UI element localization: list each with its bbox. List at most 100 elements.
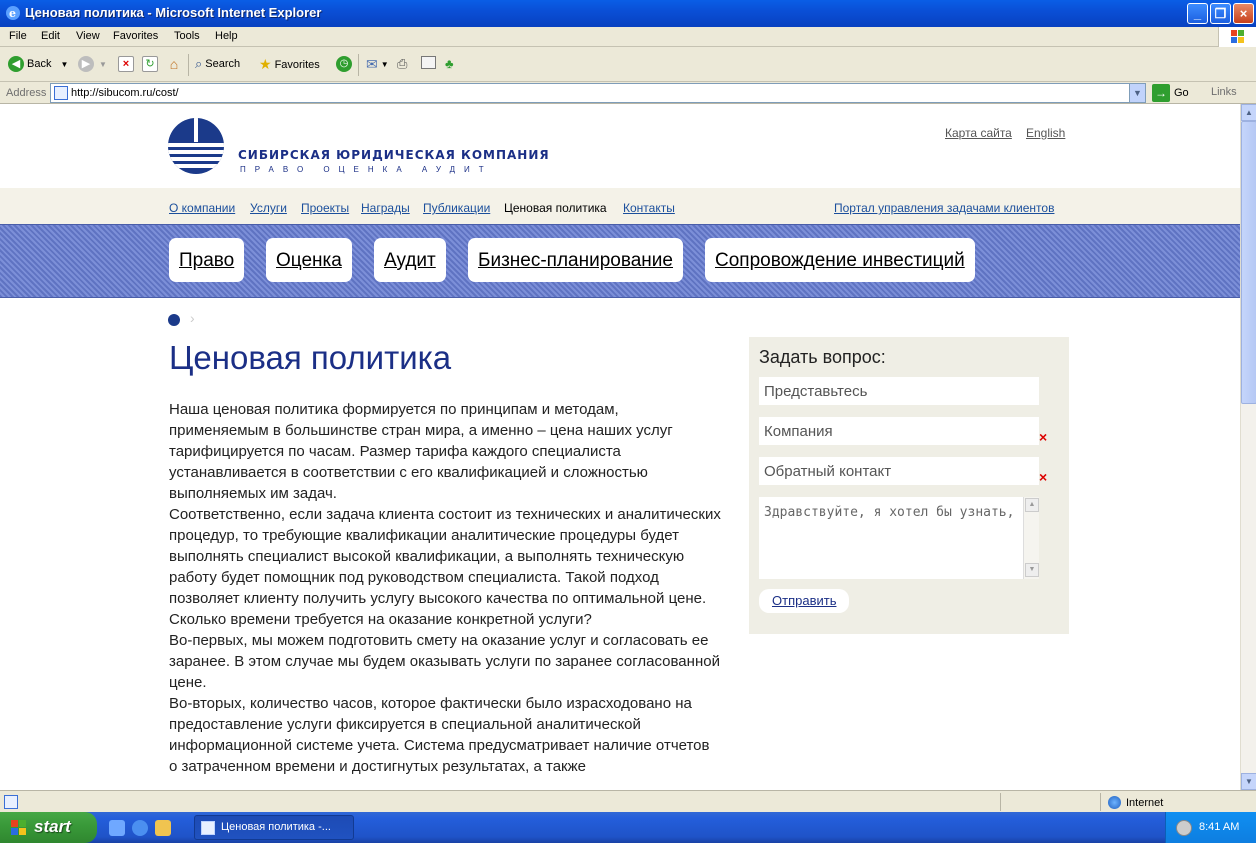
edit-button[interactable] <box>421 56 436 69</box>
star-icon: ★ <box>259 56 272 72</box>
page-icon <box>4 795 18 809</box>
article-body: Наша ценовая политика формируется по при… <box>169 399 721 777</box>
address-label: Address <box>6 87 47 99</box>
windows-flag-icon <box>11 820 26 835</box>
close-button[interactable]: × <box>1233 3 1254 24</box>
submit-button[interactable]: Отправить <box>759 589 850 613</box>
minimize-button[interactable]: _ <box>1187 3 1208 24</box>
tab-business-planning[interactable]: Бизнес-планирование <box>468 238 683 282</box>
required-mark-icon: × <box>1039 429 1048 445</box>
quicklaunch-ie-icon[interactable] <box>132 820 148 836</box>
page-title: Ценовая политика <box>169 339 452 376</box>
tab-law[interactable]: Право <box>169 238 245 282</box>
stop-button[interactable]: × <box>118 56 134 72</box>
nav-projects[interactable]: Проекты <box>301 201 349 215</box>
toolbar-separator <box>358 54 359 76</box>
mail-button[interactable]: ✉ ▼ <box>366 56 389 73</box>
english-link[interactable]: English <box>1026 126 1065 140</box>
menu-edit[interactable]: Edit <box>41 30 60 42</box>
menu-help[interactable]: Help <box>215 30 238 42</box>
paragraph: Наша ценовая политика формируется по при… <box>169 401 673 502</box>
globe-icon <box>1108 796 1121 809</box>
history-button[interactable]: ◷ <box>336 56 352 72</box>
status-divider <box>1000 793 1001 811</box>
home-button[interactable]: ⌂ <box>166 56 182 72</box>
start-button[interactable]: start <box>0 812 97 843</box>
history-icon: ◷ <box>336 56 352 72</box>
refresh-button[interactable]: ↻ <box>142 56 158 72</box>
windows-logo-icon <box>1218 27 1256 47</box>
sitemap-link[interactable]: Карта сайта <box>945 126 1012 140</box>
window-title: Ценовая политика - Microsoft Internet Ex… <box>25 5 322 20</box>
client-portal-link[interactable]: Портал управления задачами клиентов <box>834 201 1054 215</box>
security-zone: Internet <box>1108 796 1163 809</box>
menu-bar: File Edit View Favorites Tools Help <box>0 27 1256 47</box>
back-arrow-icon: ◀ <box>8 56 24 72</box>
links-button[interactable]: Links <box>1211 86 1237 98</box>
quicklaunch-outlook-icon[interactable] <box>109 820 125 836</box>
page-viewport: СИБИРСКАЯ ЮРИДИЧЕСКАЯ КОМПАНИЯ ПРАВО ОЦЕ… <box>0 104 1240 790</box>
nav-awards[interactable]: Награды <box>361 201 410 215</box>
status-bar: Internet <box>0 790 1256 812</box>
textarea-scrollbar[interactable]: ▲ ▼ <box>1023 497 1039 579</box>
required-mark-icon: × <box>1039 469 1048 485</box>
page-icon <box>201 821 215 835</box>
messenger-button[interactable]: ♣ <box>445 56 454 71</box>
maximize-button[interactable]: ❐ <box>1210 3 1231 24</box>
tab-valuation[interactable]: Оценка <box>266 238 352 282</box>
breadcrumb-home-icon[interactable] <box>168 314 180 326</box>
taskbar-window-item[interactable]: Ценовая политика -... <box>194 815 354 840</box>
window-titlebar[interactable]: e Ценовая политика - Microsoft Internet … <box>0 0 1256 27</box>
forward-arrow-icon: ▶ <box>78 56 94 72</box>
toolbar: ◀ Back ▼ ▶ ▼ × ↻ ⌂ ⌕ Search ★ Favorites … <box>0 48 1256 82</box>
name-field[interactable]: Представьтесь <box>759 377 1039 405</box>
go-button[interactable]: → Go <box>1152 84 1189 102</box>
contact-field[interactable]: Обратный контакт <box>759 457 1039 485</box>
nav-publications[interactable]: Публикации <box>423 201 490 215</box>
home-icon: ⌂ <box>169 56 179 72</box>
menu-tools[interactable]: Tools <box>174 30 200 42</box>
scrollbar-thumb[interactable] <box>1241 121 1256 404</box>
page-icon <box>54 86 68 100</box>
company-logo-icon[interactable] <box>168 118 224 174</box>
menu-view[interactable]: View <box>76 30 100 42</box>
question-form: Задать вопрос: Представьтесь Компания × … <box>749 337 1069 634</box>
message-textarea[interactable]: Здравствуйте, я хотел бы узнать, <box>759 497 1039 579</box>
nav-about[interactable]: О компании <box>169 201 235 215</box>
nav-pricing-current: Ценовая политика <box>504 201 607 215</box>
chevron-down-icon[interactable]: ▼ <box>60 60 68 69</box>
chevron-down-icon[interactable]: ▼ <box>99 60 107 69</box>
go-arrow-icon: → <box>1152 84 1170 102</box>
favorites-button[interactable]: ★ Favorites <box>259 56 320 73</box>
tab-investment-support[interactable]: Сопровождение инвестиций <box>705 238 975 282</box>
address-input[interactable]: http://sibucom.ru/cost/ ▼ <box>50 83 1146 103</box>
paragraph: Во-вторых, количество часов, которое фак… <box>169 695 710 775</box>
tab-audit[interactable]: Аудит <box>374 238 446 282</box>
back-button[interactable]: ◀ Back ▼ <box>8 56 68 72</box>
nav-contacts[interactable]: Контакты <box>623 201 675 215</box>
address-bar: Address http://sibucom.ru/cost/ ▼ → Go L… <box>0 82 1256 104</box>
scroll-down-icon[interactable]: ▼ <box>1241 773 1256 790</box>
scroll-up-icon[interactable]: ▲ <box>1025 498 1039 512</box>
address-url[interactable]: http://sibucom.ru/cost/ <box>71 87 179 99</box>
forward-button[interactable]: ▶ ▼ <box>78 56 107 72</box>
menu-file[interactable]: File <box>9 30 27 42</box>
logo-name: СИБИРСКАЯ ЮРИДИЧЕСКАЯ КОМПАНИЯ <box>238 148 550 162</box>
scroll-down-icon[interactable]: ▼ <box>1025 563 1039 577</box>
tray-network-icon[interactable] <box>1176 820 1192 836</box>
page-scrollbar[interactable]: ▲ ▼ <box>1240 104 1256 790</box>
ie-icon: e <box>6 6 20 20</box>
svg-text:e: e <box>9 7 16 20</box>
scroll-up-icon[interactable]: ▲ <box>1241 104 1256 121</box>
quicklaunch-folder-icon[interactable] <box>155 820 171 836</box>
chevron-down-icon[interactable]: ▼ <box>1129 84 1145 102</box>
chevron-down-icon[interactable]: ▼ <box>381 60 389 69</box>
menu-favorites[interactable]: Favorites <box>113 30 158 42</box>
nav-services[interactable]: Услуги <box>250 201 287 215</box>
search-button[interactable]: ⌕ Search <box>195 56 240 72</box>
print-button[interactable]: ⎙ <box>397 56 407 72</box>
company-field[interactable]: Компания <box>759 417 1039 445</box>
paragraph: Во-первых, мы можем подготовить смету на… <box>169 632 720 691</box>
refresh-icon: ↻ <box>142 56 158 72</box>
stop-icon: × <box>118 56 134 72</box>
